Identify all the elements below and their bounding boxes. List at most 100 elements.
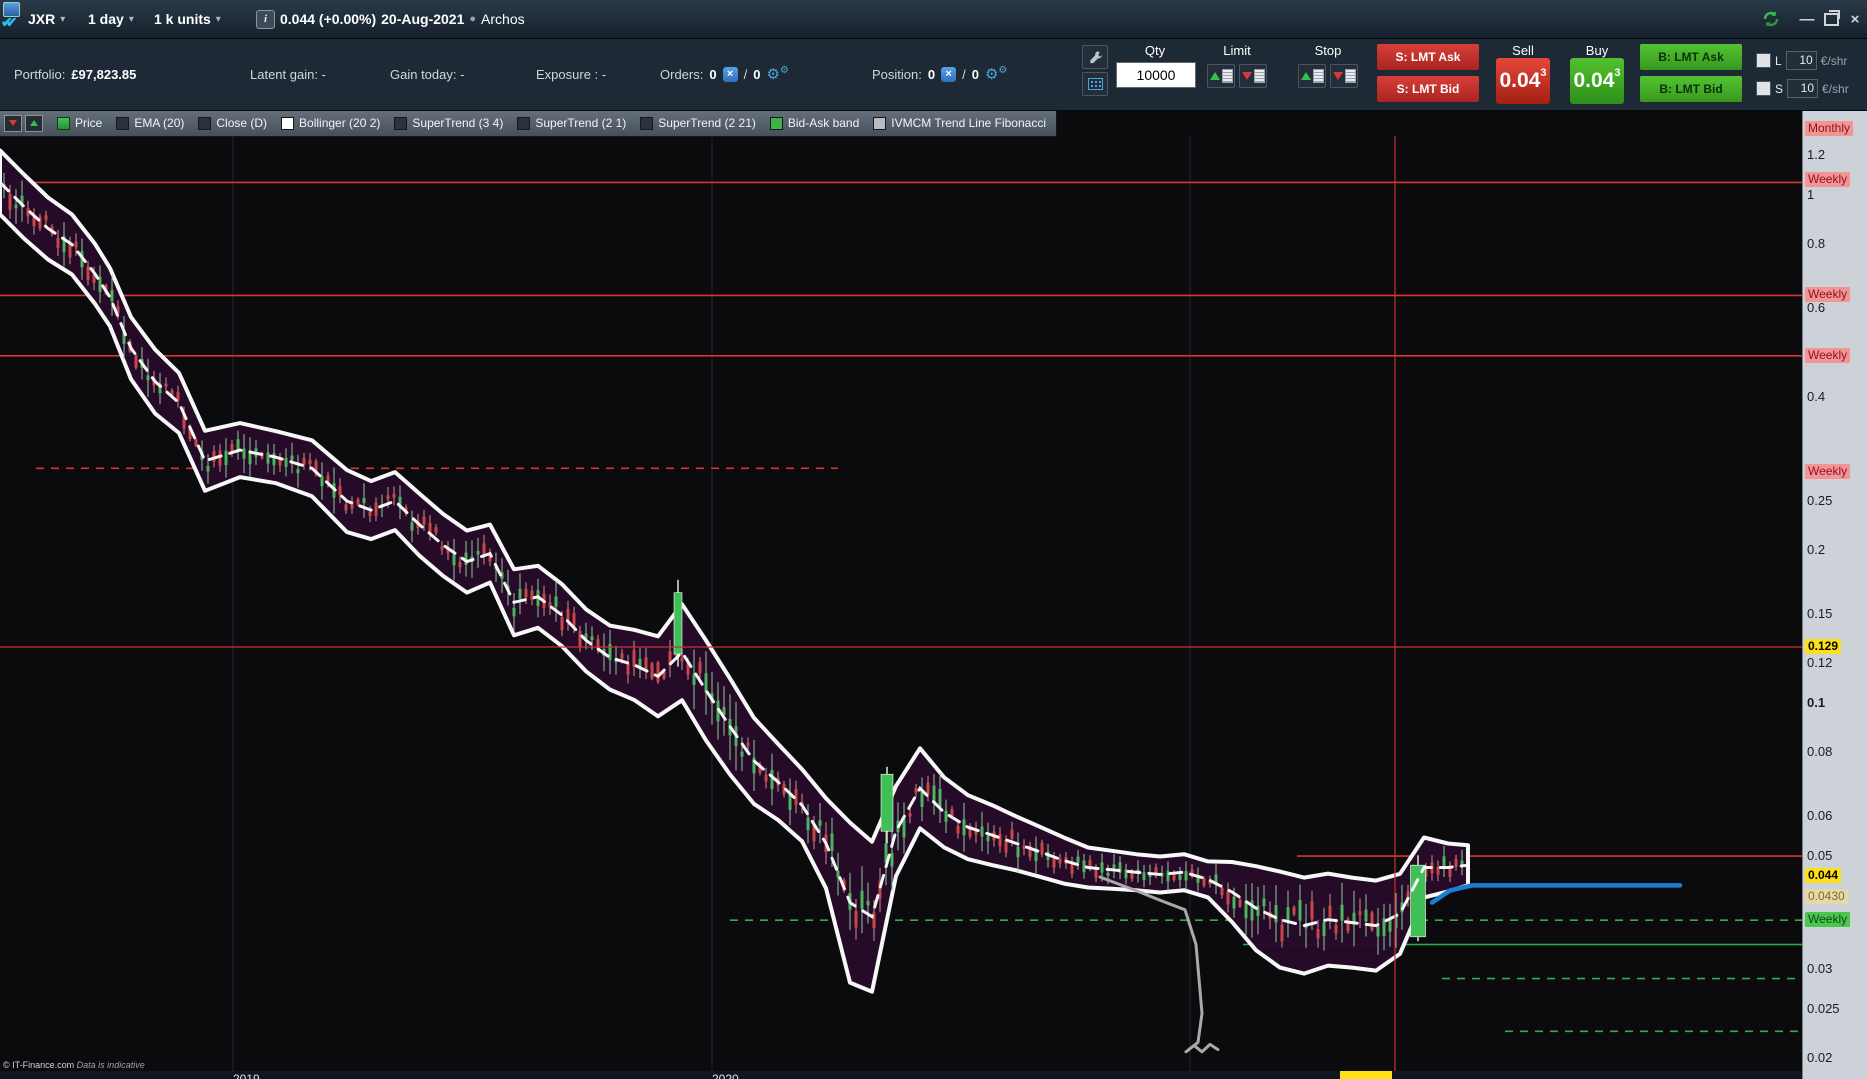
price-scale[interactable]: Monthly 1.2 Weekly 1 0.8 Weekly 0.6 Weekly 0.4 We… (1802, 110, 1867, 1079)
sync-icon[interactable] (1760, 0, 1782, 38)
buy-button[interactable]: 0.04 3 (1570, 58, 1624, 104)
limit-buy-order-icon[interactable] (1207, 64, 1235, 88)
orders-settings-icon[interactable]: ⚙⚙ (766, 66, 788, 83)
timeframe-label: 1 day (88, 11, 124, 27)
indicator-bar: Price EMA (20) Close (D) Bollinger (20 2) Su… (0, 110, 1057, 137)
quote-info: i 0.044 (+0.00%) 20-Aug-2021 ● Archos (256, 0, 525, 38)
position-settings-icon[interactable]: ⚙⚙ (985, 66, 1007, 83)
indicator-label: Price (75, 116, 103, 130)
red-down-arrow-icon (1332, 72, 1343, 80)
sell-lmt-ask-button[interactable]: S: LMT Ask (1377, 44, 1479, 70)
sell-price-fraction: 3 (1540, 67, 1547, 79)
buy-lmt-ask-button[interactable]: B: LMT Ask (1640, 44, 1742, 70)
price-level-chip: 0.044 (1805, 868, 1842, 883)
buy-lmt-group: B: LMT Ask B: LMT Bid (1640, 38, 1742, 110)
order-sheet-icon (1344, 69, 1356, 83)
stop-label: Stop (1314, 43, 1342, 58)
indicator-label: SuperTrend (2 21) (658, 116, 756, 130)
buy-lmt-bid-button[interactable]: B: LMT Bid (1640, 76, 1742, 102)
minimize-button[interactable]: — (1796, 0, 1818, 38)
time-axis[interactable]: 2019 2020 (0, 1071, 1802, 1079)
buy-label: Buy (1585, 43, 1609, 58)
price-tick: 0.6 (1807, 300, 1826, 315)
short-unit-label: €/shr (1822, 81, 1849, 96)
copyright-note: © IT-Finance.com Data is indicative (3, 1060, 145, 1070)
buy-price: 0.04 (1573, 69, 1615, 92)
indicator-supertrend-2-21[interactable]: SuperTrend (2 21) (640, 116, 756, 130)
connection-check-icon: ✔✔ (1, 14, 18, 30)
indicator-checkbox[interactable] (640, 116, 654, 130)
qty-label: Qty (1144, 43, 1166, 58)
order-sheet-icon (1312, 69, 1324, 83)
red-arrow-icon (9, 120, 17, 126)
indicator-checkbox[interactable] (394, 116, 408, 130)
last-quote: 0.044 (+0.00%) (280, 11, 377, 27)
stop-sell-order-icon[interactable] (1330, 64, 1358, 88)
indicator-checkbox[interactable] (116, 116, 130, 130)
position-label: Position: (872, 66, 922, 82)
trading-app-window: JXR ▾ 1 day ▾ 1 k units ▾ i 0.044 (+0.00… (0, 0, 1867, 1079)
market-status-icon: ● (469, 13, 477, 25)
wrench-icon[interactable] (1082, 45, 1108, 69)
green-up-arrow-icon (1300, 72, 1311, 80)
orders-count: 0 (709, 66, 717, 82)
sell-button[interactable]: 0.04 3 (1496, 58, 1550, 104)
chart-canvas[interactable] (0, 110, 1802, 1079)
short-limit-input[interactable]: 10 (1787, 79, 1819, 98)
indicator-checkbox[interactable] (57, 116, 70, 130)
indicator-ivmcm-trend-line-fibonacci[interactable]: IVMCM Trend Line Fibonacci (873, 116, 1046, 130)
stop-buy-order-icon[interactable] (1298, 64, 1326, 88)
order-sheet-icon (1221, 69, 1233, 83)
indicator-checkbox[interactable] (517, 116, 531, 130)
units-label: 1 k units (154, 11, 211, 27)
symbol-label: JXR (28, 11, 56, 27)
long-limit-checkbox[interactable] (1756, 53, 1771, 68)
price-level-chip: 0.0430 (1805, 889, 1848, 904)
quote-date: 20-Aug-2021 (381, 11, 465, 27)
cancel-orders-icon[interactable]: × (722, 66, 738, 82)
stop-group: Stop (1298, 38, 1358, 110)
price-level-chip: Weekly (1805, 464, 1851, 479)
indicator-bid-ask-band[interactable]: Bid-Ask band (769, 116, 860, 130)
sell-lmt-group: S: LMT Ask S: LMT Bid (1377, 38, 1479, 110)
price-tick: 1 (1807, 187, 1815, 202)
limit-sell-order-icon[interactable] (1239, 64, 1267, 88)
price-tick: 1.2 (1807, 147, 1826, 162)
indicator-close-d[interactable]: Close (D) (198, 116, 267, 130)
units-dropdown[interactable]: 1 k units ▾ (154, 0, 221, 38)
orders-label: Orders: (660, 66, 704, 82)
keypad-icon[interactable] (1082, 72, 1108, 96)
order-sheet-icon (1253, 69, 1265, 83)
long-limit-input[interactable]: 10 (1785, 51, 1817, 70)
indicator-supertrend-3-4[interactable]: SuperTrend (3 4) (394, 116, 503, 130)
sell-group: Sell 0.04 3 (1496, 38, 1550, 110)
indicator-checkbox[interactable] (281, 116, 295, 130)
indicator-ema-20[interactable]: EMA (20) (116, 116, 184, 130)
timeframe-dropdown[interactable]: 1 day ▾ (88, 0, 134, 38)
indicator-label: Bid-Ask band (787, 116, 860, 130)
red-down-arrow-icon (1241, 72, 1252, 80)
close-position-icon[interactable]: × (941, 66, 957, 82)
popout-red-icon[interactable] (4, 114, 22, 132)
latent-gain: Latent gain: - (250, 66, 326, 82)
info-icon[interactable]: i (256, 9, 275, 29)
restore-button[interactable] (1820, 0, 1842, 38)
sell-lmt-bid-button[interactable]: S: LMT Bid (1377, 76, 1479, 102)
indicator-checkbox[interactable] (769, 116, 783, 130)
indicator-label: IVMCM Trend Line Fibonacci (891, 116, 1046, 130)
indicator-checkbox[interactable] (198, 116, 212, 130)
indicator-checkbox[interactable] (873, 116, 887, 130)
indicator-label: SuperTrend (2 1) (535, 116, 627, 130)
short-limit-checkbox[interactable] (1756, 81, 1771, 96)
indicator-supertrend-2-1[interactable]: SuperTrend (2 1) (517, 116, 626, 130)
price-tick: 0.06 (1807, 808, 1833, 823)
indicator-price[interactable]: Price (57, 116, 102, 130)
symbol-dropdown[interactable]: JXR ▾ (28, 0, 65, 38)
exposure: Exposure : - (536, 66, 607, 82)
price-level-chip: 0.129 (1805, 639, 1842, 654)
indicator-bollinger-20-2[interactable]: Bollinger (20 2) (281, 116, 380, 130)
close-button[interactable]: × (1844, 0, 1866, 38)
popout-green-icon[interactable] (25, 114, 43, 132)
quantity-input[interactable]: 10000 (1116, 62, 1196, 88)
chart-region: Price EMA (20) Close (D) Bollinger (20 2) Su… (0, 110, 1867, 1079)
